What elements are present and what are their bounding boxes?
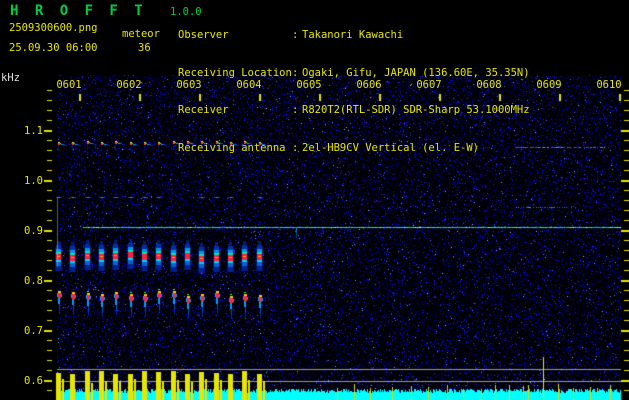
time-tick-label-0606: 0606 xyxy=(356,79,382,91)
time-tick-label-0605: 0605 xyxy=(296,79,322,91)
time-tick-label-0602: 0602 xyxy=(116,79,142,91)
info-row-antenna: Receiving antenna : 2el-HB9CV Vertical (… xyxy=(178,142,530,155)
freq-axis-unit-label: kHz xyxy=(1,72,20,84)
freq-tick-label-1.0: 1.0 xyxy=(24,175,43,187)
info-row-receiver: Receiver : R820T2(RTL-SDR) SDR-Sharp 53.… xyxy=(178,104,530,117)
datetime-label: 25.09.30 06:00 xyxy=(9,42,98,54)
meteor-count: 36 xyxy=(138,42,151,54)
info-separator: : xyxy=(292,66,299,79)
freq-tick-label-1.1: 1.1 xyxy=(24,125,43,137)
info-value: Ogaki, Gifu, JAPAN (136.60E, 35.35N) xyxy=(302,66,530,79)
time-tick-label-0603: 0603 xyxy=(176,79,202,91)
info-label: Receiving Location xyxy=(178,66,292,79)
freq-tick-label-0.8: 0.8 xyxy=(24,275,43,287)
info-label: Receiver xyxy=(178,104,229,116)
info-row-observer: Observer : Takanori Kawachi xyxy=(178,29,530,42)
info-row-location: Receiving Location : Ogaki, Gifu, JAPAN … xyxy=(178,67,530,80)
time-tick-label-0607: 0607 xyxy=(416,79,442,91)
hrofft-screen: H R O F F T 1.0.0 2509300600.png meteor … xyxy=(0,0,629,400)
freq-tick-label-0.7: 0.7 xyxy=(24,325,43,337)
time-tick-label-0608: 0608 xyxy=(476,79,502,91)
time-tick-label-0604: 0604 xyxy=(236,79,262,91)
info-separator: : xyxy=(292,104,299,116)
info-label: Observer xyxy=(178,29,229,41)
mode-label: meteor xyxy=(122,28,160,40)
info-label: Receiving antenna xyxy=(178,141,286,154)
info-value: 2el-HB9CV Vertical (el. E-W) xyxy=(302,141,480,154)
observation-info-table: Observer : Takanori Kawachi Receiving Lo… xyxy=(178,4,530,179)
freq-tick-label-0.9: 0.9 xyxy=(24,225,43,237)
info-value: R820T2(RTL-SDR) SDR-Sharp 53.1000MHz xyxy=(302,104,530,116)
info-separator: : xyxy=(292,141,299,154)
time-tick-label-0610: 0610 xyxy=(596,79,622,91)
time-tick-label-0609: 0609 xyxy=(536,79,562,91)
freq-tick-label-0.6: 0.6 xyxy=(24,375,43,387)
info-separator: : xyxy=(292,29,299,41)
info-value: Takanori Kawachi xyxy=(302,29,404,41)
app-title: H R O F F T xyxy=(10,3,147,19)
output-filename: 2509300600.png xyxy=(9,22,98,34)
time-tick-label-0601: 0601 xyxy=(56,79,82,91)
